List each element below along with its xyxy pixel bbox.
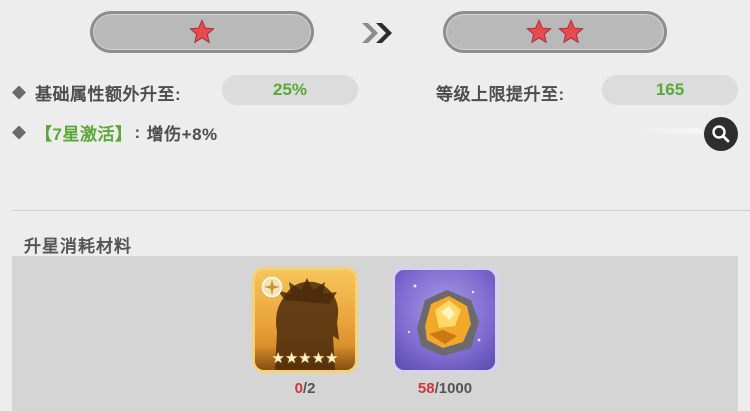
activation-tag: 【7星激活】 [35,125,133,144]
decorative-fade [640,128,702,134]
have-count: 58 [417,380,435,397]
gold-crystal-item[interactable] [392,267,498,373]
search-button[interactable] [704,117,738,151]
materials-panel [12,256,738,411]
gold-crystal-count: 58/1000 [392,380,498,397]
have-count: 0 [294,380,303,397]
level-cap-label: 等级上限提升至: [436,85,565,104]
base-bonus-value: 25% [222,75,358,105]
character-shard-count: 0/2 [252,380,358,397]
level-cap-value: 165 [602,75,738,105]
diamond-bullet-icon [12,125,26,140]
rarity-stars-text: ★★★★★ [271,350,339,367]
compass-badge-icon [261,276,283,298]
materials-title: 升星消耗材料 [24,237,132,256]
star-icon [189,19,215,44]
current-star-level [90,11,314,53]
activation-row: 【7星激活】 : 增伤+8% [12,120,218,145]
star-icon [558,19,584,44]
section-divider [12,210,750,211]
character-shard-item[interactable]: ★★★★★ [252,267,358,373]
need-count: /1000 [434,380,473,397]
base-bonus-row: 基础属性额外升至: [12,80,181,105]
double-chevron-right-icon [362,23,392,43]
next-star-level [443,11,667,53]
star-icon [526,19,552,44]
activation-effect: 增伤+8% [146,125,218,144]
diamond-bullet-icon [12,85,26,100]
rarity-stars: ★★★★★ [255,346,355,370]
activation-separator: : [134,122,141,142]
base-bonus-label: 基础属性额外升至: [35,85,182,104]
gold-crystal-icon [407,284,481,356]
need-count: /2 [302,380,316,397]
level-cap-row: 等级上限提升至: [436,80,565,105]
magnifier-icon [712,125,730,143]
